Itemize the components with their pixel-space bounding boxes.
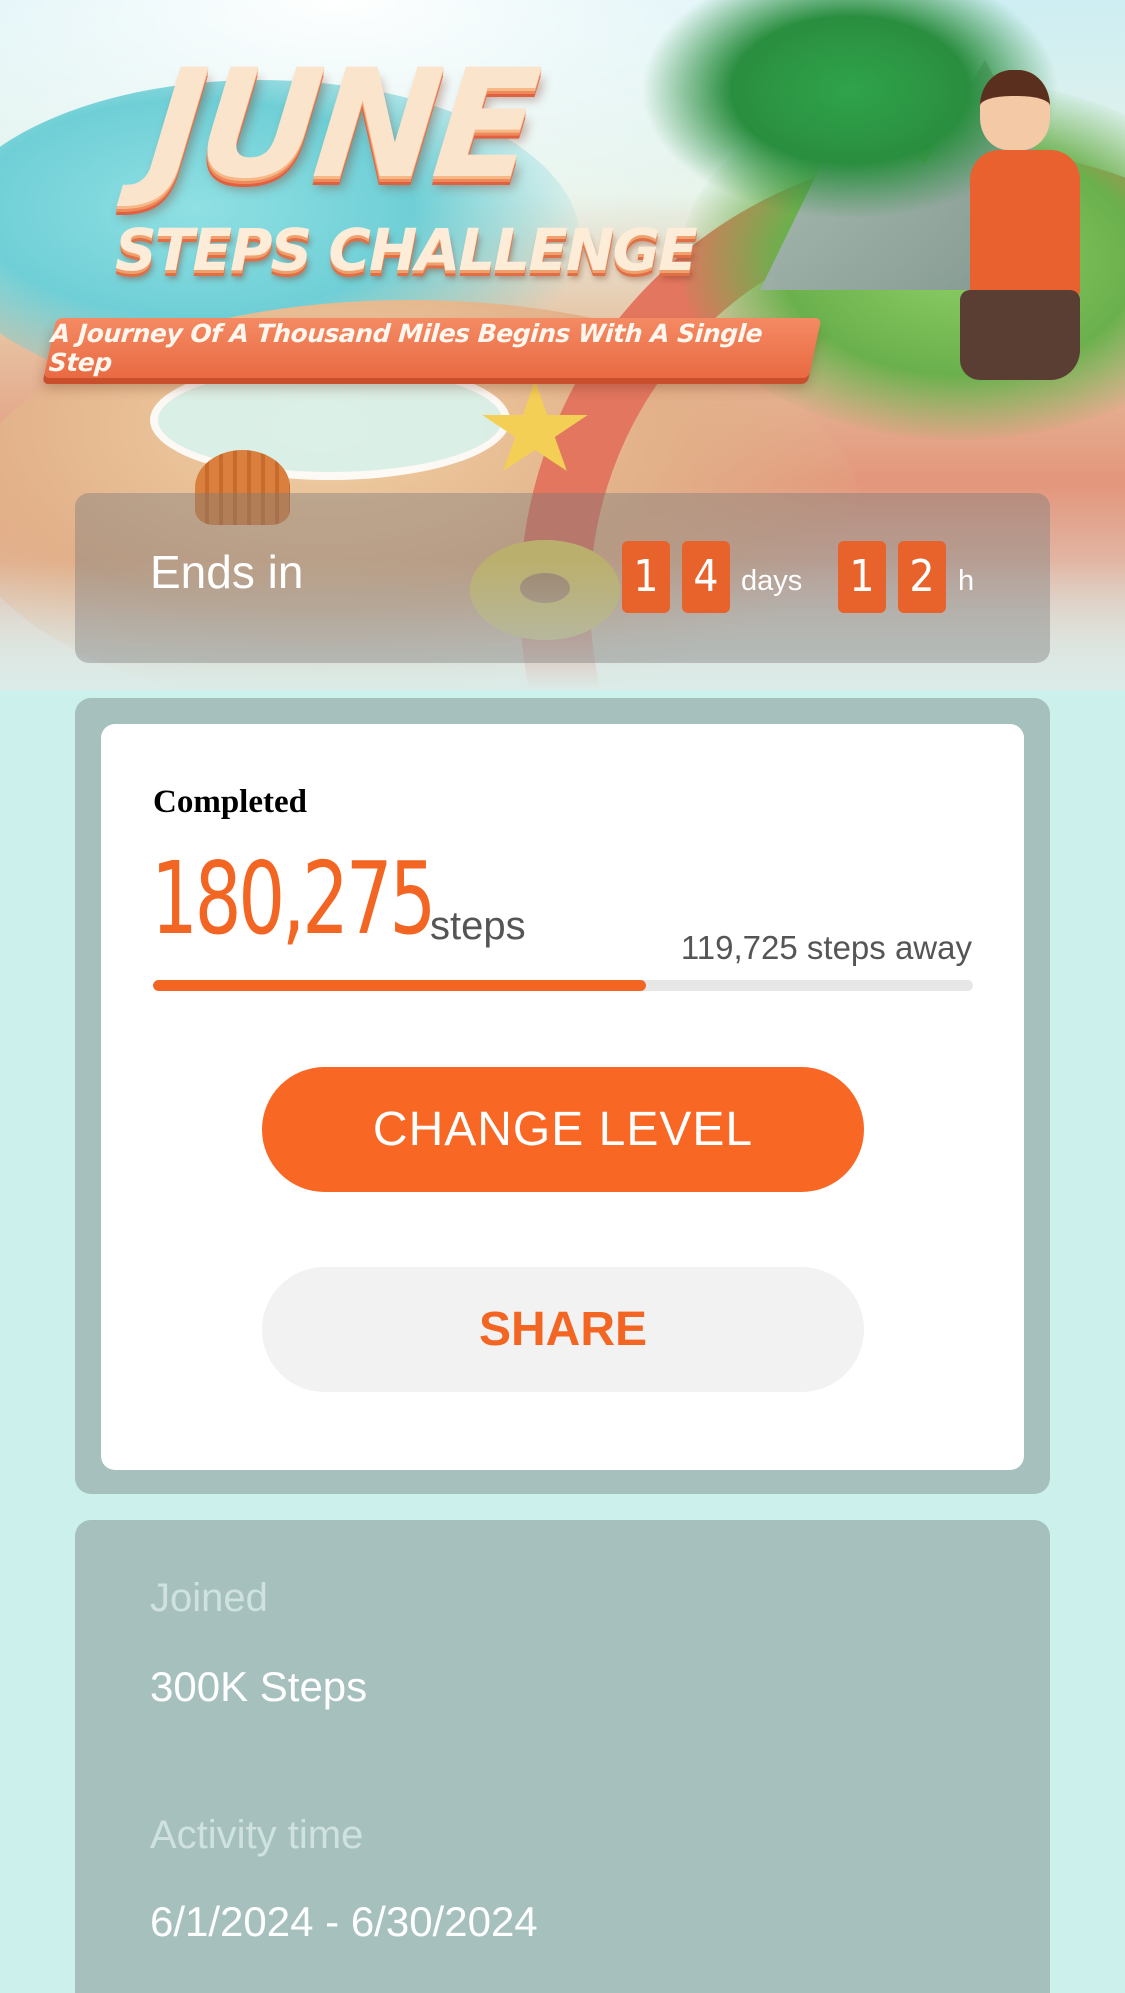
countdown-panel: Ends in 1 4 days 1 2 h <box>75 493 1050 663</box>
hours-unit: h <box>958 565 975 597</box>
progress-card-frame: Completed 180,275 steps 119,725 steps aw… <box>75 698 1050 1494</box>
days-digit-1: 1 <box>622 541 670 613</box>
hero-banner: JUNE STEPS CHALLENGE A Journey Of A Thou… <box>0 0 1125 690</box>
progress-bar <box>153 980 973 991</box>
joined-label: Joined <box>150 1576 268 1620</box>
share-button[interactable]: SHARE <box>262 1267 864 1392</box>
steps-unit-label: steps <box>430 904 526 948</box>
joined-level-value: 300K Steps <box>150 1663 368 1710</box>
wave-foam-illustration <box>150 360 510 480</box>
challenge-title: JUNE <box>140 38 541 212</box>
challenge-tagline: A Journey Of A Thousand Miles Begins Wit… <box>43 318 822 378</box>
hours-digit-1: 1 <box>838 541 886 613</box>
progress-card: Completed 180,275 steps 119,725 steps aw… <box>101 724 1024 1470</box>
tagline-text: A Journey Of A Thousand Miles Begins Wit… <box>47 319 764 377</box>
runner-illustration <box>950 60 1090 440</box>
steps-remaining-label: 119,725 steps away <box>680 929 972 966</box>
activity-time-label: Activity time <box>150 1813 364 1857</box>
progress-bar-fill <box>153 980 646 991</box>
steps-completed-value: 180,275 <box>151 840 436 957</box>
change-level-button[interactable]: CHANGE LEVEL <box>262 1067 864 1192</box>
challenge-info-panel: Joined 300K Steps Activity time 6/1/2024… <box>75 1520 1050 1993</box>
challenge-subtitle: STEPS CHALLENGE <box>115 216 698 284</box>
activity-time-value: 6/1/2024 - 6/30/2024 <box>150 1898 538 1945</box>
hours-digit-2: 2 <box>898 541 946 613</box>
days-digit-2: 4 <box>682 541 730 613</box>
ends-in-label: Ends in <box>150 546 304 598</box>
completed-label: Completed <box>153 784 307 820</box>
days-unit: days <box>741 565 803 597</box>
